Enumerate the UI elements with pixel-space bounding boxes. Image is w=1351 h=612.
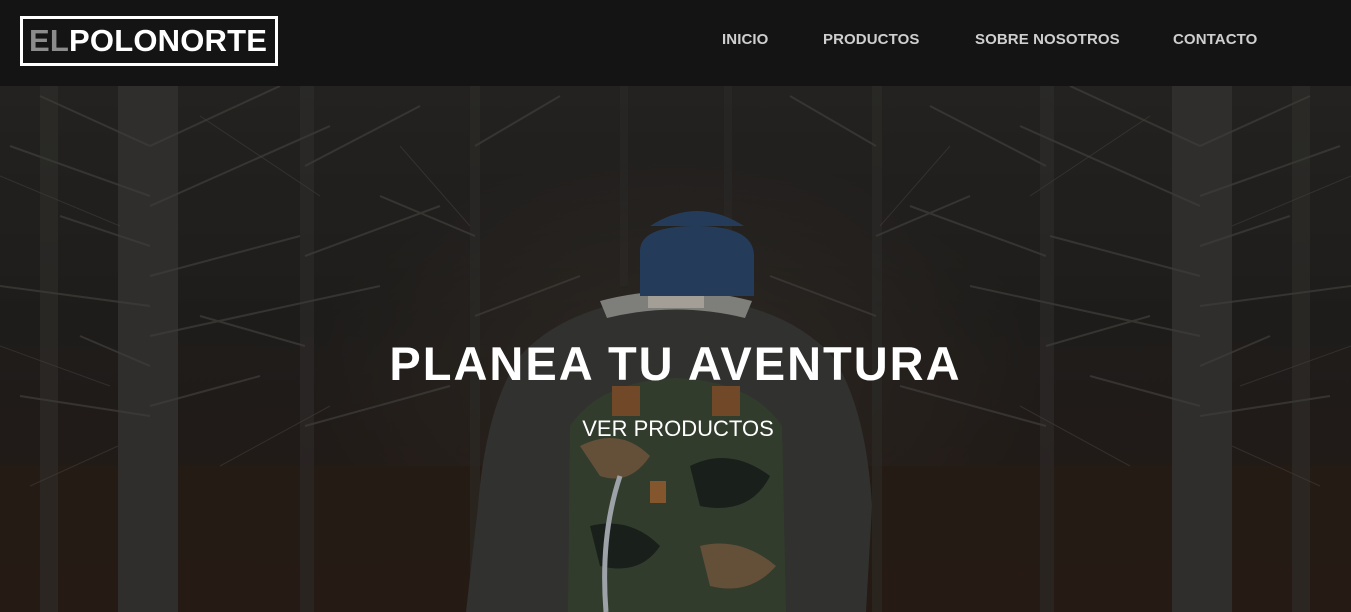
nav-link-sobre-nosotros[interactable]: SOBRE NOSOTROS <box>975 31 1120 48</box>
ver-productos-link[interactable]: VER PRODUCTOS <box>576 416 780 442</box>
hero-title: PLANEA TU AVENTURA <box>389 337 962 390</box>
nav-link-productos[interactable]: PRODUCTOS <box>823 31 919 48</box>
nav-link-inicio[interactable]: INICIO <box>722 31 768 48</box>
top-navigation-bar: EL POLONORTE INICIO PRODUCTOS SOBRE NOSOT… <box>0 0 1351 86</box>
main-menu: INICIO PRODUCTOS SOBRE NOSOTROS CONTACTO <box>0 31 1351 51</box>
nav-link-contacto[interactable]: CONTACTO <box>1173 31 1257 48</box>
hero-section: PLANEA TU AVENTURA VER PRODUCTOS <box>0 86 1351 612</box>
